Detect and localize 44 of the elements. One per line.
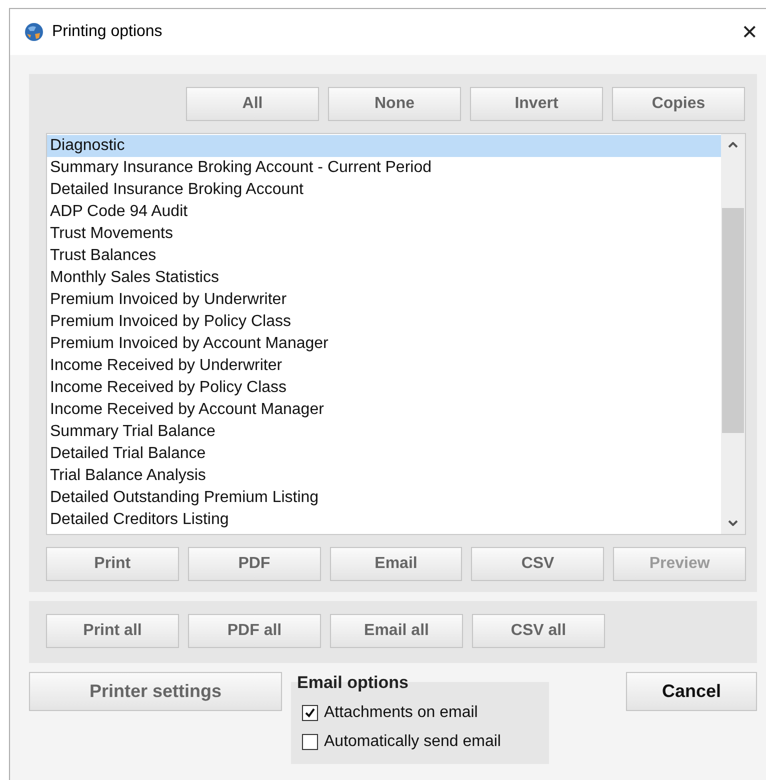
checkbox[interactable] <box>302 734 318 750</box>
scrollbar[interactable] <box>721 134 745 534</box>
select-button[interactable]: Invert <box>470 87 603 121</box>
report-list-item[interactable]: Diagnostic <box>47 135 721 157</box>
report-list-item[interactable]: Summary Insurance Broking Account - Current Period <box>47 157 721 179</box>
report-list-item[interactable]: Trust Balances <box>47 245 721 267</box>
report-list-item[interactable]: Detailed Creditors Listing <box>47 509 721 531</box>
window-title: Printing options <box>52 23 162 41</box>
print-all-button[interactable]: Email all <box>330 614 463 648</box>
print-all-button[interactable]: Print all <box>46 614 179 648</box>
report-list-item[interactable]: Premium Invoiced by Underwriter <box>47 289 721 311</box>
print-all-button[interactable]: PDF all <box>188 614 321 648</box>
report-list-item[interactable]: Detailed Outstanding Premium Listing <box>47 487 721 509</box>
globe-icon <box>24 22 44 42</box>
report-list-item[interactable]: Premium Invoiced by Policy Class <box>47 311 721 333</box>
checkbox-label: Automatically send email <box>324 732 501 750</box>
report-list-item[interactable]: Income Received by Account Manager <box>47 399 721 421</box>
cancel-button[interactable]: Cancel <box>626 672 757 711</box>
output-button[interactable]: Print <box>46 547 179 581</box>
printer-settings-button[interactable]: Printer settings <box>29 672 282 711</box>
output-button[interactable]: Email <box>330 547 462 581</box>
scrollbar-thumb[interactable] <box>722 208 744 433</box>
select-button[interactable]: Copies <box>612 87 745 121</box>
group-title: Email options <box>297 673 410 693</box>
print-all-button[interactable]: CSV all <box>472 614 605 648</box>
report-list-item[interactable]: Trust Movements <box>47 223 721 245</box>
scroll-down-icon[interactable] <box>728 520 738 526</box>
report-list-item[interactable]: Premium Invoiced by Account Manager <box>47 333 721 355</box>
close-button[interactable]: ✕ <box>737 20 762 44</box>
report-list-item[interactable]: Detailed Trial Balance <box>47 443 721 465</box>
report-list-item[interactable]: Summary Trial Balance <box>47 421 721 443</box>
report-list-item[interactable]: Income Received by Underwriter <box>47 355 721 377</box>
select-button[interactable]: None <box>328 87 461 121</box>
report-list-item[interactable]: Income Received by Policy Class <box>47 377 721 399</box>
output-button[interactable]: PDF <box>188 547 321 581</box>
report-list-item[interactable]: Monthly Sales Statistics <box>47 267 721 289</box>
checkbox-label: Attachments on email <box>324 704 478 722</box>
report-list-item[interactable]: ADP Code 94 Audit <box>47 201 721 223</box>
report-list-item[interactable]: Trial Balance Analysis <box>47 465 721 487</box>
output-button[interactable]: CSV <box>471 547 604 581</box>
report-list-item[interactable]: Detailed Insurance Broking Account <box>47 179 721 201</box>
scroll-up-icon[interactable] <box>728 142 738 148</box>
checkbox[interactable] <box>302 704 318 720</box>
select-button[interactable]: All <box>186 87 319 121</box>
